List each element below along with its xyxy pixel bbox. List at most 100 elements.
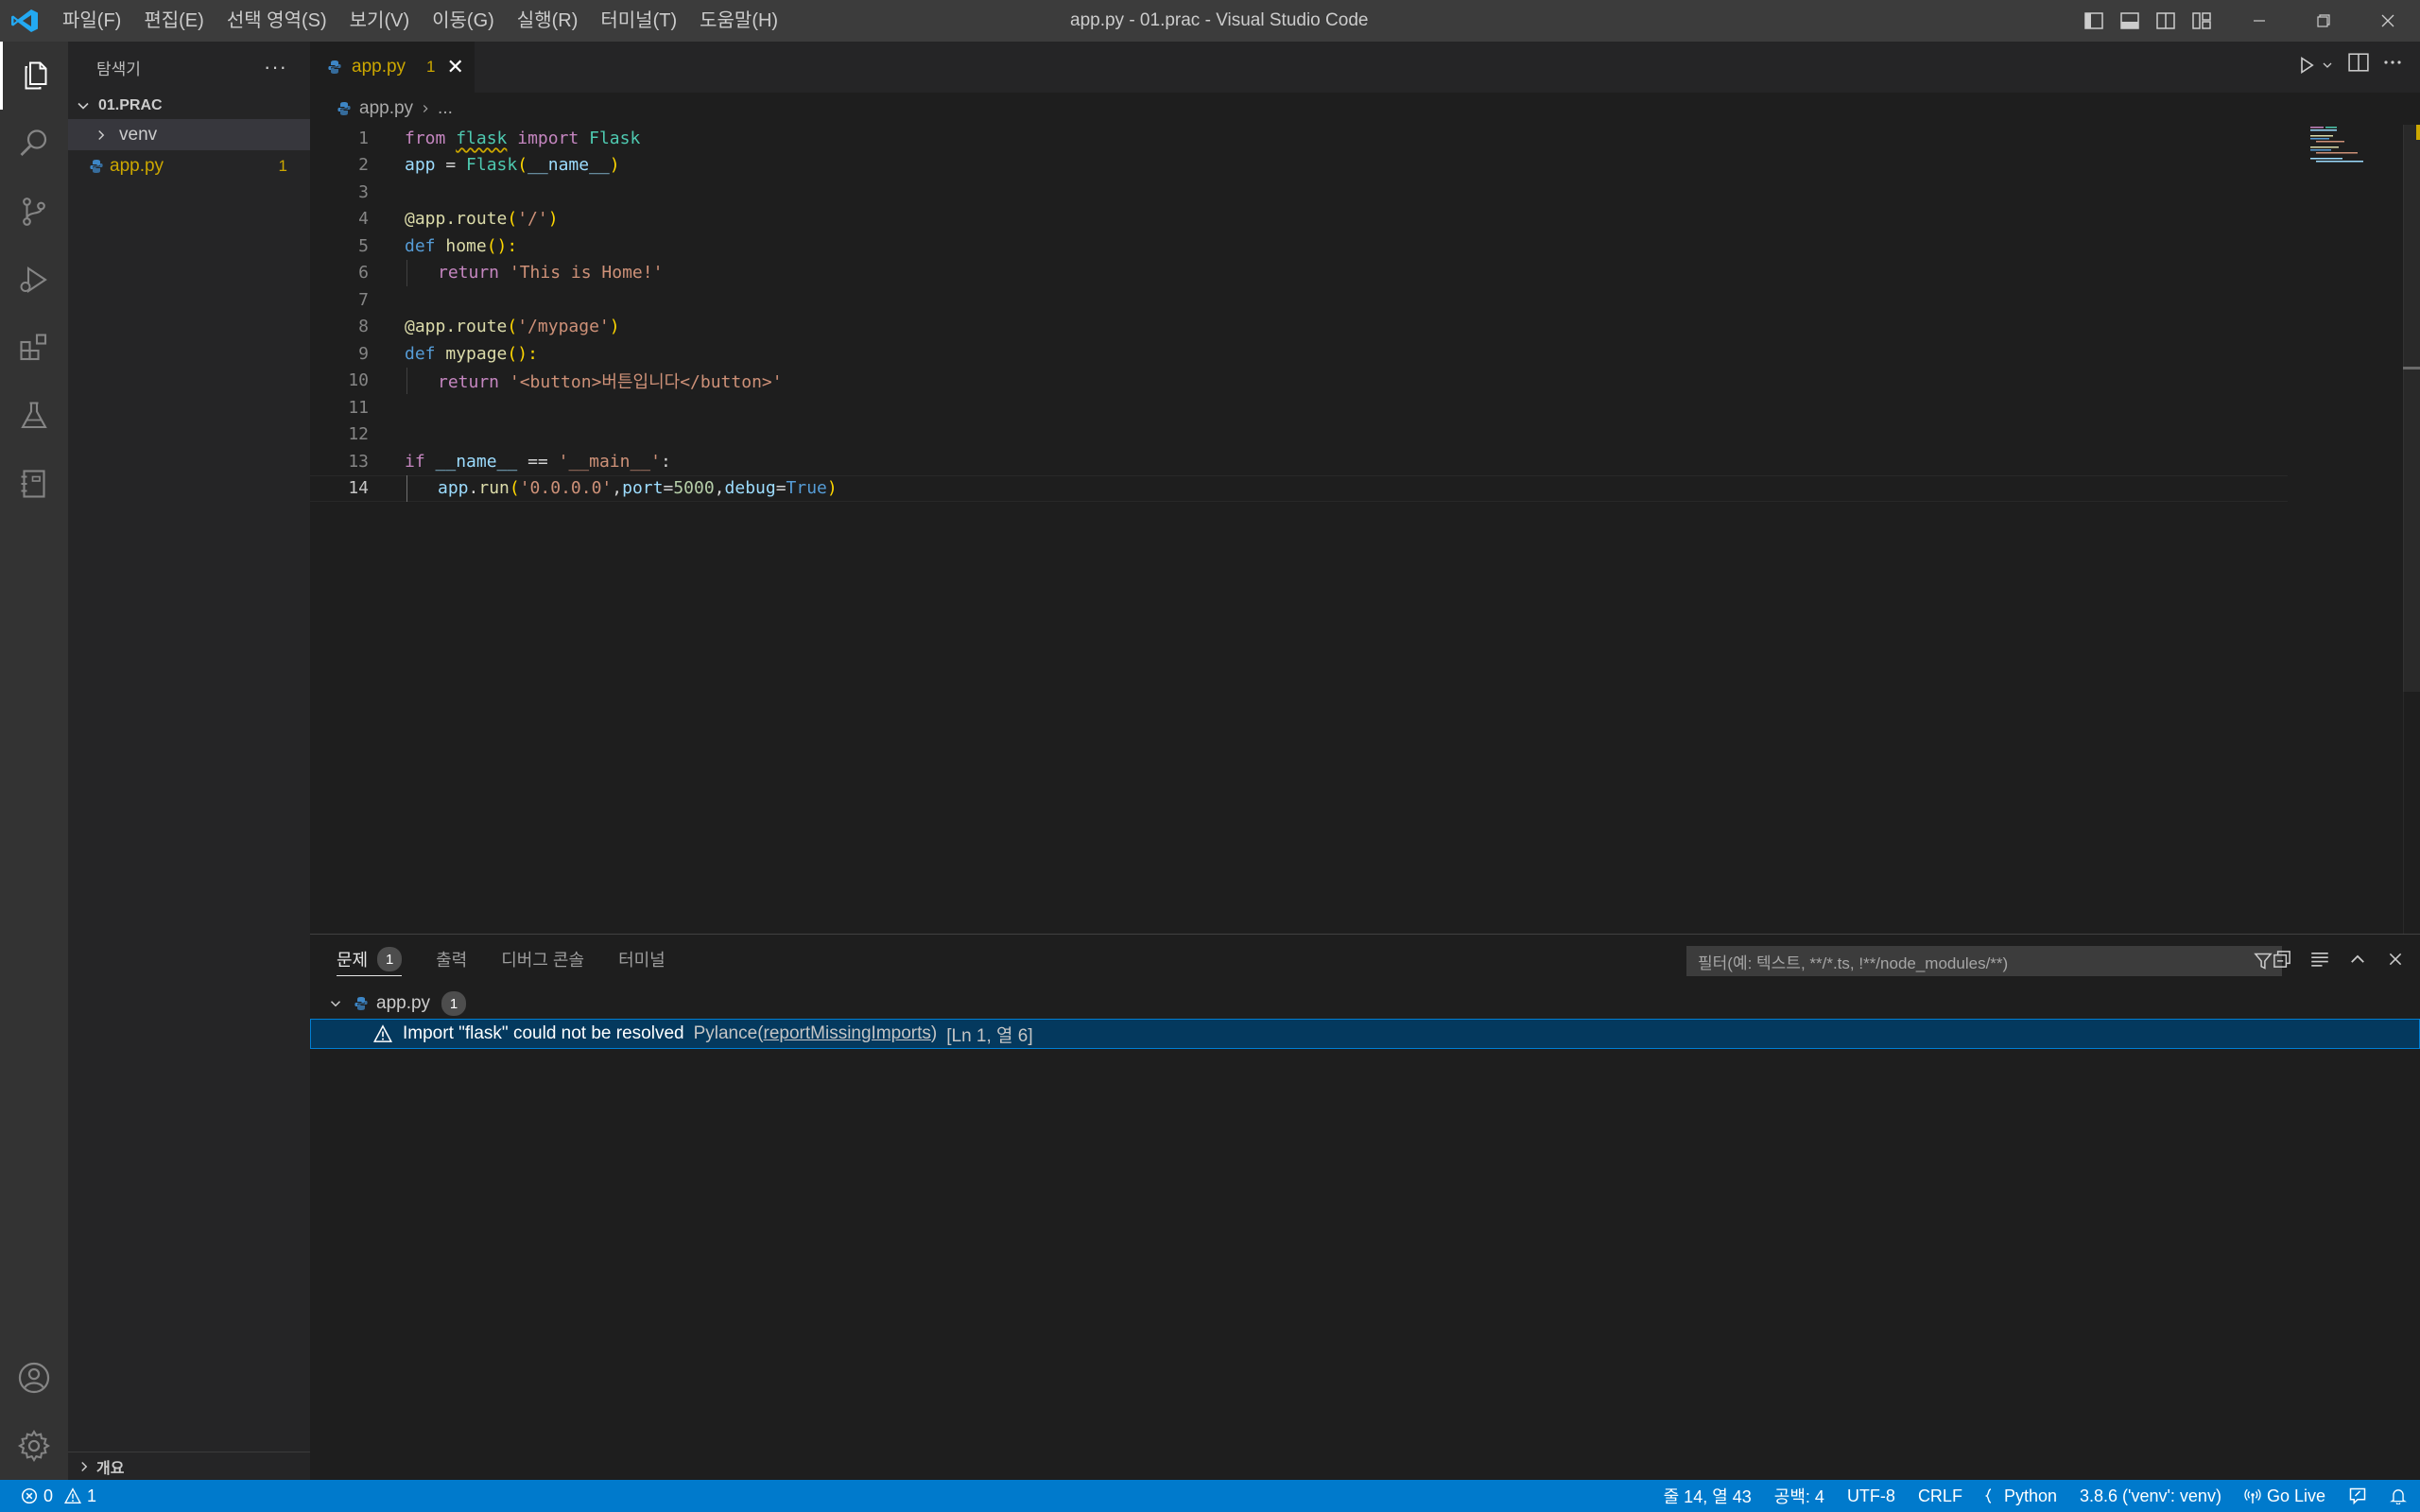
toggle-panel-button[interactable] [2112, 8, 2148, 34]
problems-filter-input[interactable]: 필터(예: 텍스트, **/*.ts, !**/node_modules/**) [1686, 946, 2282, 976]
collapse-all-button[interactable] [2271, 946, 2293, 972]
title-bar: 파일(F) 편집(E) 선택 영역(S) 보기(V) 이동(G) 실행(R) 터… [0, 0, 2420, 42]
search-activity-button[interactable] [0, 110, 68, 178]
chevron-right-icon [81, 1461, 88, 1471]
testing-activity-button[interactable] [0, 382, 68, 450]
chevron-right-icon [98, 129, 105, 140]
breadcrumb-file[interactable]: app.py [359, 98, 413, 119]
minimize-button[interactable] [2227, 0, 2291, 42]
close-window-button[interactable] [2356, 0, 2420, 42]
indentation[interactable]: 공백: 4 [1774, 1484, 1824, 1508]
problem-item[interactable]: Import "flask" could not be resolved Pyl… [310, 1019, 2420, 1049]
feedback-button[interactable] [2348, 1486, 2367, 1505]
chevron-right-icon [423, 105, 428, 112]
cursor-position[interactable]: 줄 14, 열 43 [1664, 1484, 1752, 1508]
more-actions-button[interactable]: ··· [264, 55, 287, 79]
more-editor-actions-button[interactable] [2382, 53, 2403, 77]
filter-icon[interactable] [2254, 952, 2273, 971]
workspace-folder[interactable]: 01.PRAC [68, 93, 310, 119]
extensions-activity-button[interactable] [0, 314, 68, 382]
notebook-activity-button[interactable] [0, 450, 68, 518]
python-file-icon [328, 60, 341, 74]
toggle-primary-sidebar-button[interactable] [2076, 8, 2112, 34]
code-line: 13 if __name__ == '__main__': [310, 448, 2288, 475]
problems-file-row[interactable]: app.py 1 [310, 989, 2420, 1018]
play-icon [2301, 56, 2314, 74]
close-panel-button[interactable] [2384, 946, 2407, 972]
breadcrumb-symbols[interactable]: ... [438, 98, 453, 119]
bottom-panel: 문제 1 출력 디버그 콘솔 터미널 필터(예: 텍스트, **/*.ts, !… [310, 934, 2420, 1480]
collapse-all-icon [2273, 951, 2290, 968]
problem-position: [Ln 1, 열 6] [946, 1025, 1033, 1046]
line-number: 1 [358, 128, 369, 148]
run-python-file-button[interactable] [2297, 56, 2335, 75]
language-label: Python [2003, 1486, 2057, 1505]
editor-vertical-scrollbar[interactable] [2403, 125, 2420, 934]
menu-edit[interactable]: 편집(E) [132, 0, 215, 42]
close-tab-button[interactable]: ✕ [447, 55, 464, 79]
accounts-activity-button[interactable] [0, 1344, 68, 1412]
toggle-secondary-sidebar-button[interactable] [2148, 8, 2184, 34]
language-mode[interactable]: Python [1984, 1486, 2057, 1506]
source-control-icon [23, 198, 45, 226]
tab-label: 문제 [337, 951, 369, 970]
problem-count-badge: 1 [278, 156, 287, 175]
menu-go[interactable]: 이동(G) [421, 0, 506, 42]
code-line: 9 def mypage(): [310, 340, 2288, 368]
source-control-activity-button[interactable] [0, 178, 68, 246]
encoding[interactable]: UTF-8 [1847, 1486, 1895, 1506]
tree-item-app-py[interactable]: app.py 1 [68, 150, 310, 181]
tab-app-py[interactable]: app.py 1 ✕ [310, 42, 475, 93]
menu-terminal[interactable]: 터미널(T) [589, 0, 688, 42]
view-as-tree-button[interactable] [2308, 946, 2331, 972]
problems-status[interactable]: 0 1 [21, 1480, 96, 1512]
status-bar: 0 1 줄 14, 열 43 공백: 4 UTF-8 CRLF Python 3… [0, 1480, 2420, 1512]
tab-terminal[interactable]: 터미널 [618, 935, 666, 984]
current-code-line: 14 app.run('0.0.0.0',port=5000,debug=Tru… [310, 474, 2288, 502]
python-file-icon [354, 997, 368, 1010]
window-title: app.py - 01.prac - Visual Studio Code [1070, 10, 1369, 30]
search-icon [20, 129, 47, 156]
menu-run[interactable]: 실행(R) [506, 0, 590, 42]
tab-problems[interactable]: 문제 1 [337, 935, 403, 984]
scrollbar-thumb[interactable] [2403, 125, 2420, 692]
line-number: 2 [358, 155, 369, 176]
restore-button[interactable] [2291, 0, 2356, 42]
menu-selection[interactable]: 선택 영역(S) [216, 0, 338, 42]
indent-guide [406, 367, 407, 394]
end-of-line[interactable]: CRLF [1918, 1486, 1962, 1506]
maximize-panel-button[interactable] [2346, 946, 2369, 972]
code-line: 11 [310, 394, 2288, 421]
tab-label: 터미널 [618, 951, 666, 970]
tree-item-label: app.py [110, 155, 164, 176]
problem-message: Import "flask" could not be resolved [403, 1023, 684, 1043]
menu-file[interactable]: 파일(F) [51, 0, 132, 42]
line-number: 4 [358, 209, 369, 230]
code-editor[interactable]: 1 from flask import Flask 2 app = Flask(… [310, 125, 2420, 934]
line-number: 11 [348, 397, 369, 418]
outline-section[interactable]: 개요 [68, 1452, 310, 1480]
python-interpreter[interactable]: 3.8.6 ('venv': venv) [2080, 1486, 2221, 1506]
menu-view[interactable]: 보기(V) [338, 0, 421, 42]
code-line: 6 return 'This is Home!' [310, 259, 2288, 286]
menu-help[interactable]: 도움말(H) [688, 0, 789, 42]
minimap[interactable] [2308, 125, 2403, 163]
tab-output[interactable]: 출력 [436, 935, 467, 984]
outline-label: 개요 [96, 1460, 125, 1477]
minimize-icon [2254, 20, 2265, 22]
tab-problem-count: 1 [426, 58, 436, 76]
customize-layout-button[interactable] [2184, 8, 2220, 34]
split-editor-button[interactable] [2348, 53, 2369, 77]
flask-icon [21, 402, 47, 429]
manage-activity-button[interactable] [0, 1412, 68, 1480]
go-live-button[interactable]: Go Live [2244, 1486, 2325, 1506]
notifications-button[interactable] [2390, 1487, 2407, 1504]
code-line: 7 [310, 286, 2288, 314]
problem-code-link[interactable]: reportMissingImports [764, 1023, 931, 1043]
run-debug-activity-button[interactable] [0, 246, 68, 314]
list-icon [2311, 952, 2328, 967]
tree-item-venv[interactable]: venv [68, 119, 310, 150]
tab-debug-console[interactable]: 디버그 콘솔 [501, 935, 584, 984]
line-number: 8 [358, 317, 369, 337]
explorer-activity-button[interactable] [0, 42, 68, 110]
